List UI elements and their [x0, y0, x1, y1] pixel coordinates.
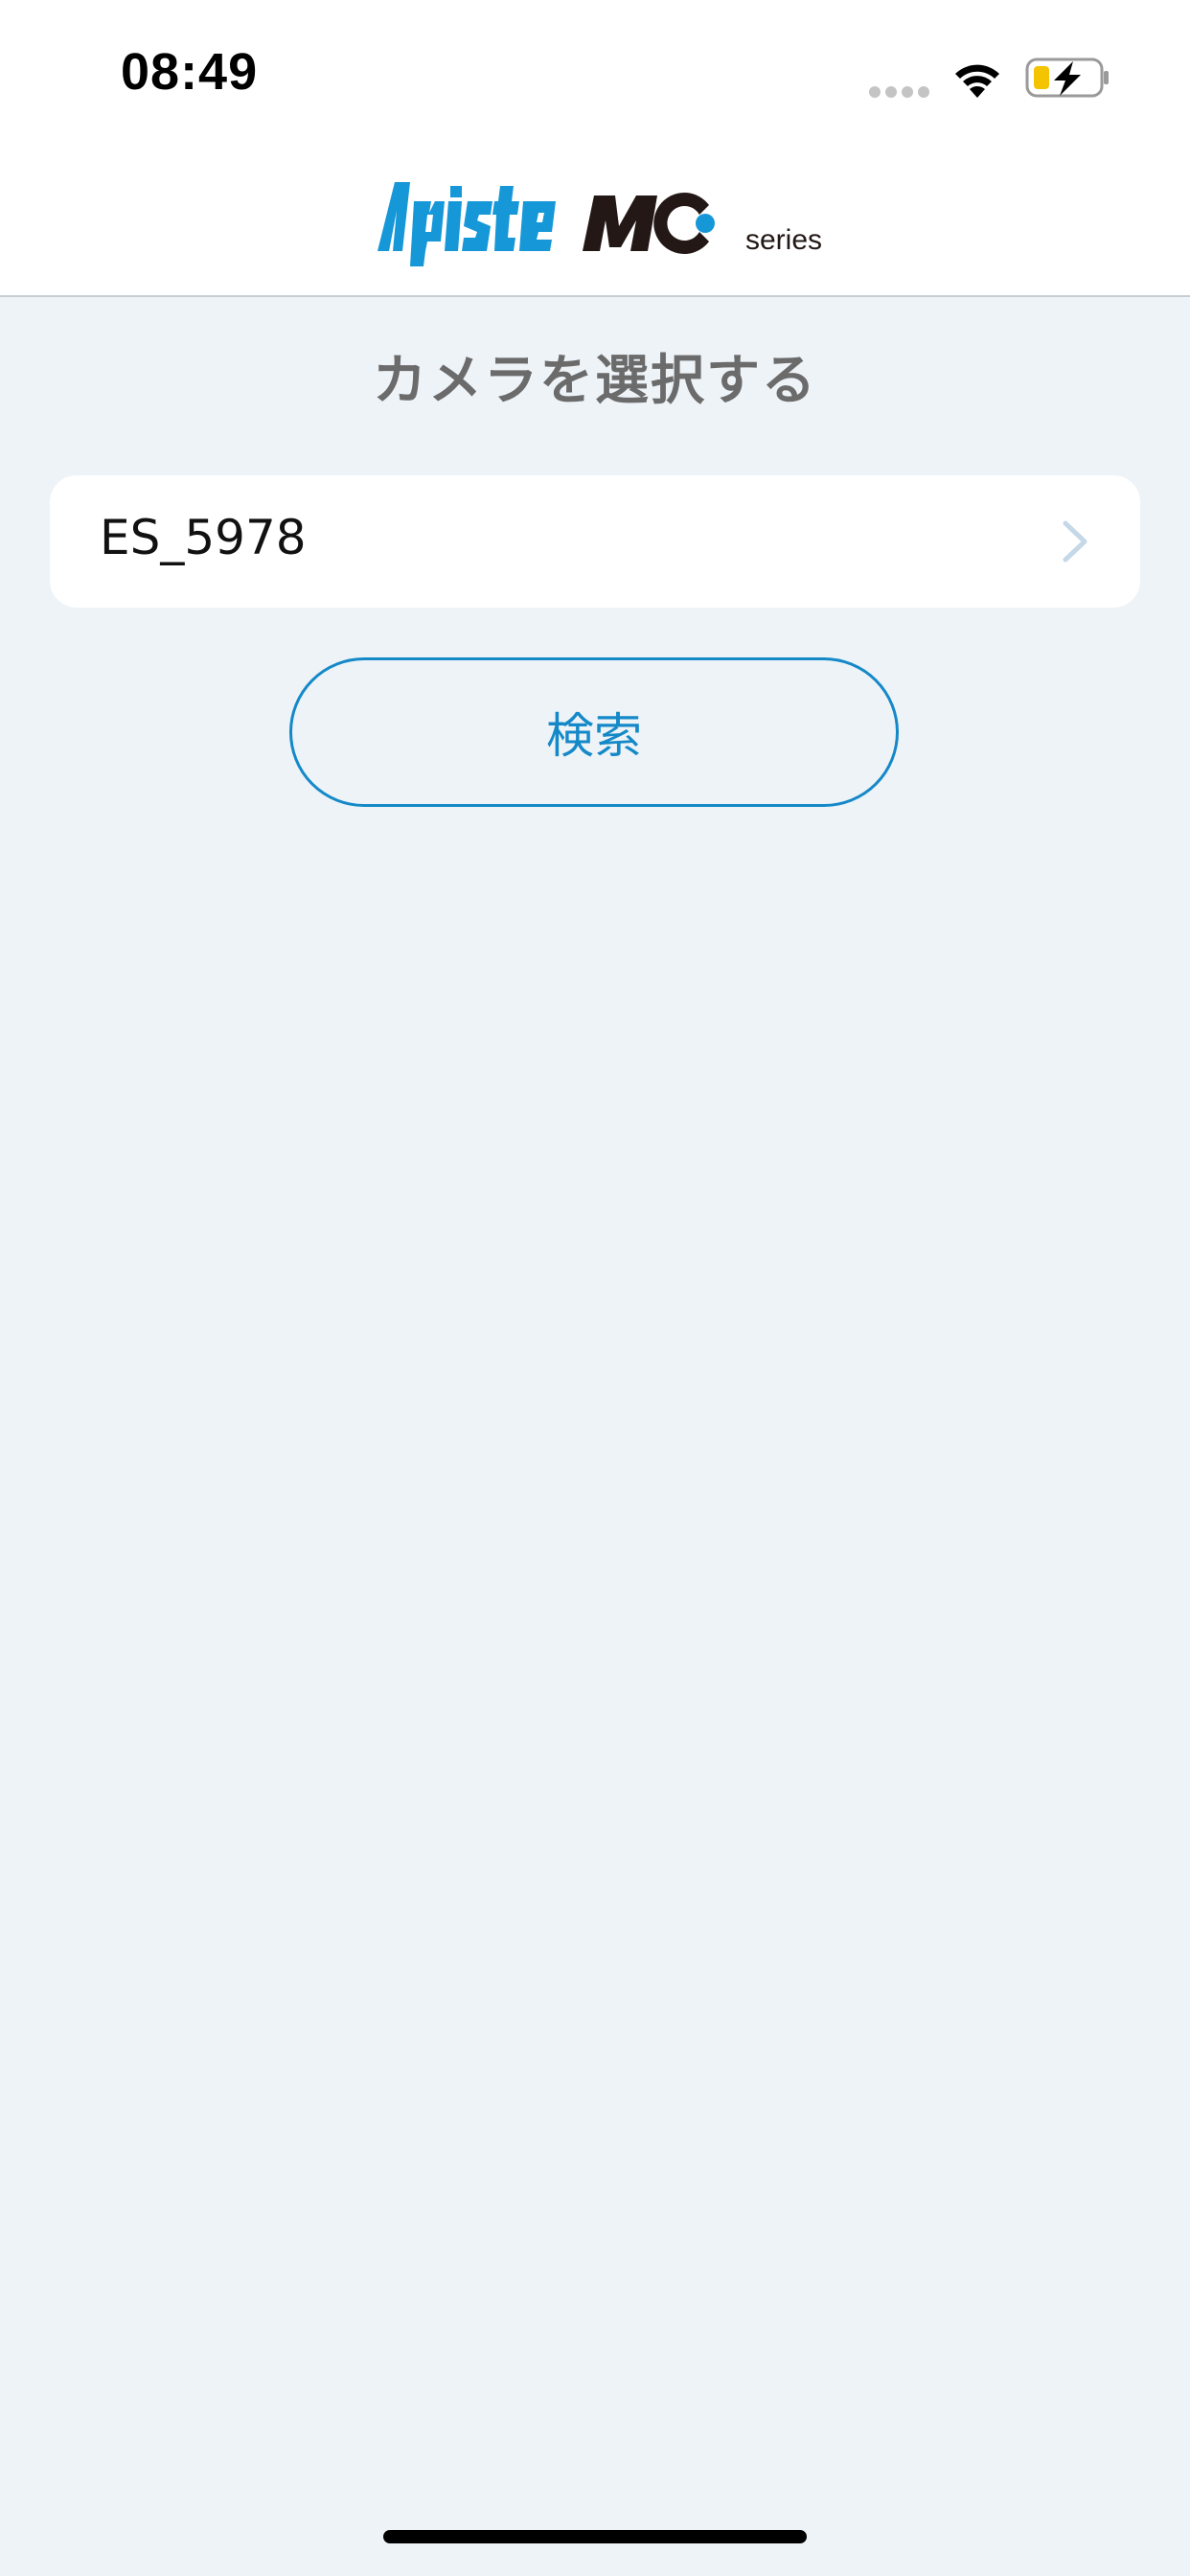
home-indicator[interactable] [383, 2530, 807, 2543]
status-time: 08:49 [121, 43, 259, 101]
wifi-icon [955, 64, 999, 98]
status-bar: 08:49 [0, 0, 1190, 134]
chevron-right-icon [1063, 520, 1087, 563]
svg-text:series: series [745, 224, 822, 256]
apiste-mc-series-logo: series [378, 182, 822, 266]
camera-name: ES_5978 [100, 510, 307, 565]
navigation-bar: series [0, 134, 1190, 297]
camera-list-item[interactable]: ES_5978 [50, 475, 1140, 608]
page-title: カメラを選択する [373, 350, 817, 412]
cellular-signal-icon [869, 86, 929, 98]
battery-charging-icon [1025, 58, 1109, 98]
search-button[interactable]: 検索 [289, 657, 899, 807]
